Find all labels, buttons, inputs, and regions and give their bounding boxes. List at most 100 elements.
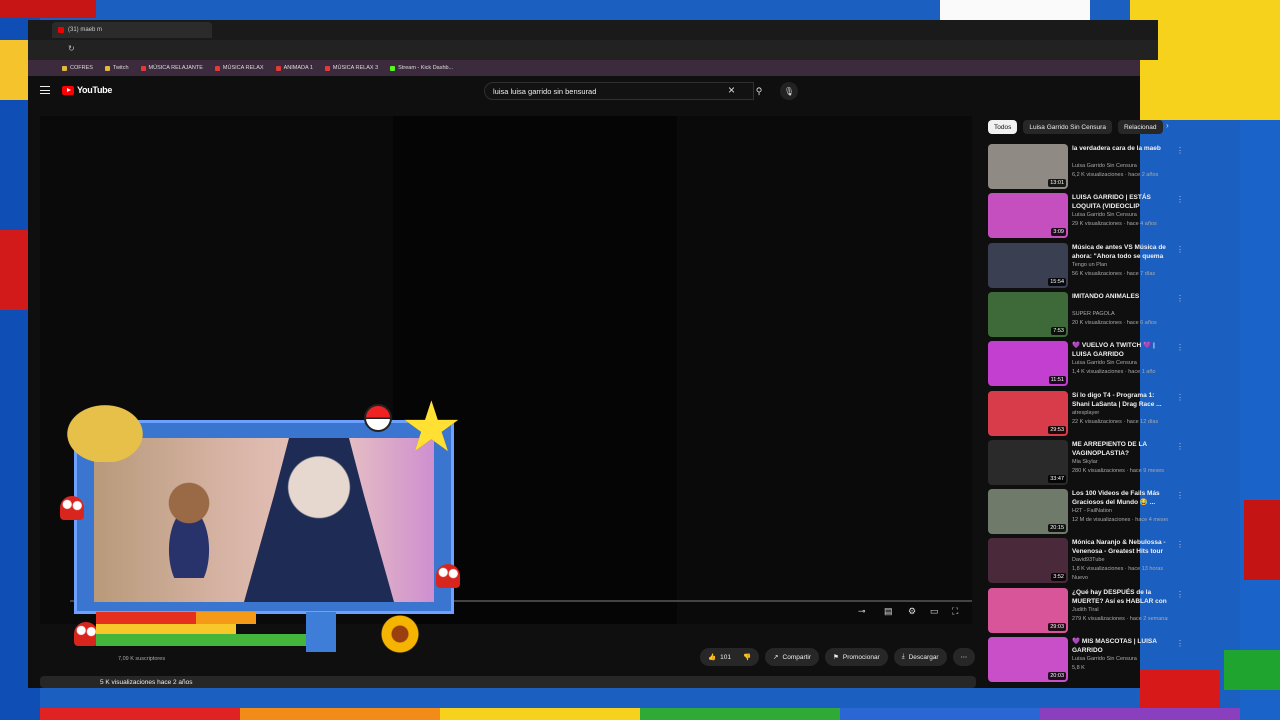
video-thumbnail[interactable]: 13:01 [988, 144, 1068, 189]
channel-name[interactable]: Tengo un Plan [1072, 262, 1168, 268]
search-value: luisa luisa garrido sin bensurad [493, 86, 597, 96]
thumbs-down-icon[interactable]: 👎 [743, 653, 751, 661]
recommended-video[interactable]: 33:47 ME ARREPIENTO DE LA VAGINOPLASTIA? M… [988, 439, 1184, 486]
video-thumbnail[interactable]: 7:53 [988, 291, 1068, 337]
video-meta: 56 K visualizaciones · hace 7 días [1072, 270, 1156, 277]
more-options-icon[interactable]: ⋮ [1176, 343, 1184, 352]
filter-chip[interactable]: Luisa Garrido Sin Censura [1023, 120, 1112, 134]
search-button[interactable]: ⚲ [746, 82, 772, 100]
recommended-video[interactable]: 29:53 Sí lo digo T4 - Programa 1: Shani L… [988, 390, 1184, 437]
video-thumbnail[interactable]: 29:03 [988, 587, 1068, 633]
download-button[interactable]: ⤓ Descargar [893, 648, 947, 666]
more-options-icon[interactable]: ⋮ [1176, 393, 1184, 402]
bookmark-icon [275, 65, 281, 71]
video-meta: 12 M de visualizaciones · hace 4 meses [1072, 517, 1168, 524]
video-title[interactable]: Mónica Naranjo & Nebulossa - Venenosa - … [1072, 538, 1168, 556]
recommended-video[interactable]: 3:09 LUISA GARRIDO | ESTÁS LOQUITA (VIDEO… [988, 193, 1184, 239]
search-input[interactable]: luisa luisa garrido sin bensurad [484, 82, 754, 100]
more-options-icon[interactable]: ⋮ [1176, 294, 1184, 303]
bookmark-label: MÚSICA RELAX [222, 65, 264, 71]
bookmark-item[interactable]: COFRES [62, 65, 93, 71]
subtitles-icon[interactable]: ▤ [884, 606, 893, 617]
video-thumbnail[interactable]: 11:51 [988, 341, 1068, 387]
recommended-video[interactable]: 29:03 ¿Qué hay DESPUÉS de la MUERTE? Así … [988, 587, 1184, 634]
bookmark-item[interactable]: Twitch [104, 65, 129, 71]
recommended-video[interactable]: 20:03 💜 MIS MASCOTAS | LUISA GARRIDO Luisa… [988, 637, 1184, 683]
channel-name[interactable]: David93Tube [1072, 557, 1168, 563]
video-thumbnail[interactable]: 15:54 [988, 242, 1068, 288]
filter-chip[interactable]: Todos [988, 120, 1018, 134]
bookmark-item[interactable]: MÚSICA RELAJANTE [140, 65, 203, 71]
channel-name[interactable]: H2T - FailNation [1072, 508, 1168, 514]
more-options-icon[interactable]: ⋮ [1176, 195, 1184, 204]
more-options-icon[interactable]: ⋮ [1176, 245, 1184, 254]
video-title[interactable]: Los 100 Videos de Fails Más Graciosos de… [1072, 489, 1168, 507]
theater-mode-icon[interactable]: ▭ [930, 606, 939, 617]
more-options-icon[interactable]: ⋮ [1176, 639, 1184, 648]
bookmark-item[interactable]: MÚSICA RELAX [214, 65, 264, 71]
filter-chip[interactable]: Relacionad [1117, 120, 1163, 134]
youtube-logo[interactable]: YouTube [62, 85, 112, 95]
channel-name[interactable]: Luisa Garrido Sin Censura [1072, 360, 1168, 366]
straw-hat-decoration [50, 392, 160, 462]
video-title[interactable]: ME ARREPIENTO DE LA VAGINOPLASTIA? [1072, 440, 1168, 458]
video-thumbnail[interactable]: 3:52 [988, 538, 1068, 584]
webcam-feed [94, 438, 434, 602]
channel-name[interactable]: Mia Skylar [1072, 459, 1168, 465]
video-thumbnail[interactable]: 20:15 [988, 489, 1068, 535]
thumbs-up-icon: 👍 [708, 654, 717, 661]
recommended-video[interactable]: 15:54 Música de antes VS Música de ahora:… [988, 242, 1184, 289]
bookmark-item[interactable]: ANIMADA 1 [275, 65, 313, 71]
fullscreen-icon[interactable]: ⛶ [952, 606, 958, 617]
share-button[interactable]: ↗ Compartir [765, 648, 820, 666]
like-button[interactable]: 👍 101 👎 [700, 648, 760, 666]
reload-icon[interactable]: ↻ [68, 44, 75, 53]
voice-search-button[interactable]: 🎙 [780, 82, 798, 100]
chevron-right-icon[interactable]: › [1166, 121, 1169, 130]
more-options-icon[interactable]: ⋮ [1176, 146, 1184, 155]
more-options-icon[interactable]: ⋮ [1176, 590, 1184, 599]
video-duration: 13:01 [1048, 179, 1066, 187]
autoplay-toggle[interactable]: ⊸ [858, 606, 866, 617]
recommended-video[interactable]: 7:53 IMITANDO ANIMALES SUPER PAGOLA 20 K vi… [988, 291, 1184, 338]
channel-name[interactable]: Luisa Garrido Sin Censura [1072, 212, 1168, 218]
channel-name[interactable]: Judith Tiral [1072, 607, 1168, 613]
video-title[interactable]: LUISA GARRIDO | ESTÁS LOQUITA (VIDEOCLIP… [1072, 193, 1168, 211]
promote-button[interactable]: ⚑ Promocionar [825, 648, 888, 666]
more-actions-button[interactable]: ⋯ [952, 648, 976, 666]
recommended-video[interactable]: 11:51 💜 VUELVO A TWITCH 💜 | LUISA GARRIDO… [988, 341, 1184, 387]
channel-name[interactable]: Luisa Garrido Sin Censura [1072, 656, 1168, 662]
youtube-header: YouTube luisa luisa garrido sin bensurad… [28, 76, 1140, 108]
video-thumbnail[interactable]: 3:09 [988, 193, 1068, 239]
channel-name[interactable]: Luisa Garrido Sin Censura [1072, 163, 1168, 169]
video-title[interactable]: ¿Qué hay DESPUÉS de la MUERTE? Así es HA… [1072, 588, 1168, 606]
more-options-icon[interactable]: ⋮ [1176, 491, 1184, 500]
video-thumbnail[interactable]: 29:53 [988, 390, 1068, 436]
video-title[interactable]: Sí lo digo T4 - Programa 1: Shani LaSant… [1072, 391, 1168, 409]
clear-search-icon[interactable]: × [728, 84, 735, 96]
more-options-icon[interactable]: ⋮ [1176, 442, 1184, 451]
video-title[interactable]: 💜 VUELVO A TWITCH 💜 | LUISA GARRIDO [1072, 341, 1168, 359]
recommended-video[interactable]: 13:01 la verdadera cara de la maeb Luisa G… [988, 144, 1184, 190]
video-title[interactable]: 💜 MIS MASCOTAS | LUISA GARRIDO [1072, 637, 1168, 655]
channel-name[interactable]: atresplayer [1072, 410, 1168, 416]
channel-name[interactable]: SUPER PAGOLA [1072, 311, 1168, 317]
settings-gear-icon[interactable]: ⚙ [908, 606, 916, 617]
video-title[interactable]: la verdadera cara de la maeb [1072, 144, 1168, 153]
video-title[interactable]: IMITANDO ANIMALES [1072, 292, 1168, 301]
description-box[interactable]: 5 K visualizaciones hace 2 años [40, 676, 976, 688]
recommended-video[interactable]: 20:15 Los 100 Videos de Fails Más Gracios… [988, 489, 1184, 535]
bookmark-item[interactable]: MÚSICA RELAX 3 [324, 65, 379, 71]
more-options-icon[interactable]: ⋮ [1176, 540, 1184, 549]
bookmark-label: ANIMADA 1 [283, 65, 313, 71]
browser-tab[interactable]: (31) maeb m [52, 22, 212, 38]
related-chips: Todos Luisa Garrido Sin Censura Relacionad [988, 120, 1163, 134]
bookmark-label: MÚSICA RELAX 3 [332, 65, 379, 71]
video-thumbnail[interactable]: 33:47 [988, 439, 1068, 485]
streamer [244, 438, 394, 602]
recommended-video[interactable]: 3:52 Mónica Naranjo & Nebulossa - Venenos… [988, 538, 1184, 584]
menu-icon[interactable] [40, 86, 50, 94]
bookmark-item[interactable]: Stream - Kick Dashb... [390, 65, 453, 71]
video-thumbnail[interactable]: 20:03 [988, 637, 1068, 682]
video-title[interactable]: Música de antes VS Música de ahora: "Aho… [1072, 243, 1168, 261]
